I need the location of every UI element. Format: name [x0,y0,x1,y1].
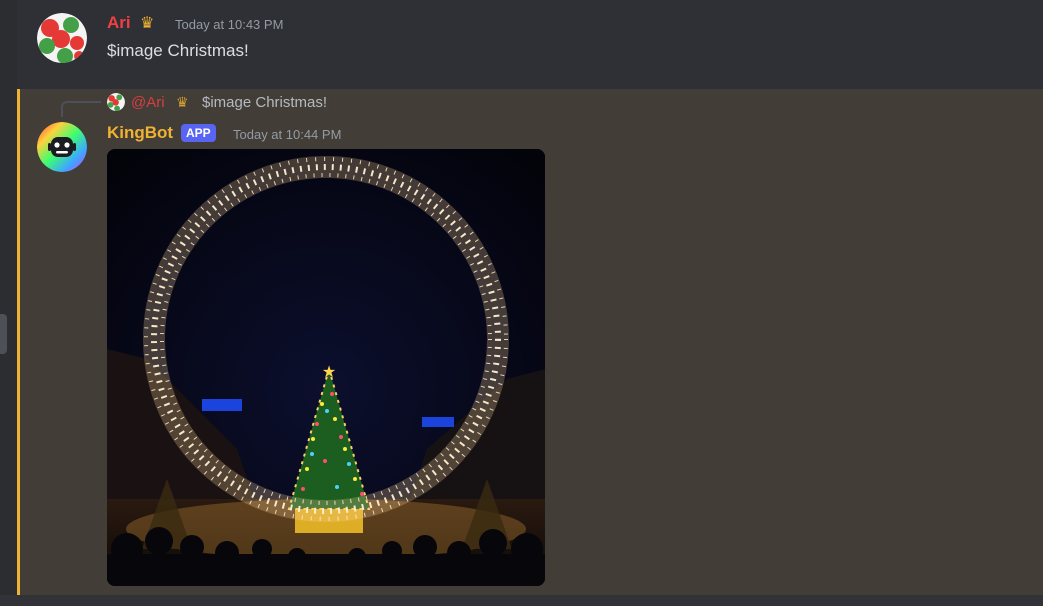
app-badge: APP [181,124,216,142]
svg-text:★: ★ [322,364,336,381]
message-timestamp: Today at 10:43 PM [175,17,284,32]
reply-spine [61,101,101,117]
message-ari[interactable]: Ari ♛ Today at 10:43 PM $image Christmas… [17,0,1043,89]
reply-avatar [107,93,125,111]
message-content: $image Christmas! [107,41,249,60]
mention-highlight-bar [17,89,20,595]
message-kingbot[interactable]: @Ari ♛ $image Christmas! KingBot APP Tod… [17,89,1043,595]
image-attachment[interactable]: ★ [107,149,545,586]
chat-view: Ari ♛ Today at 10:43 PM $image Christmas… [0,0,1043,606]
chat-bottom-edge [0,595,1043,606]
kingbot-avatar[interactable] [37,122,87,172]
crown-icon: ♛ [140,15,155,32]
crown-icon: ♛ [176,94,189,110]
reply-content-preview[interactable]: $image Christmas! [202,94,327,111]
author-name-ari[interactable]: Ari [107,13,131,33]
sidebar-scroll-handle[interactable] [0,314,7,354]
ari-avatar[interactable] [37,13,87,63]
author-name-kingbot[interactable]: KingBot [107,123,173,143]
reply-author-mention[interactable]: @Ari [131,94,165,111]
sidebar-edge [0,0,17,606]
message-timestamp: Today at 10:44 PM [233,127,342,142]
